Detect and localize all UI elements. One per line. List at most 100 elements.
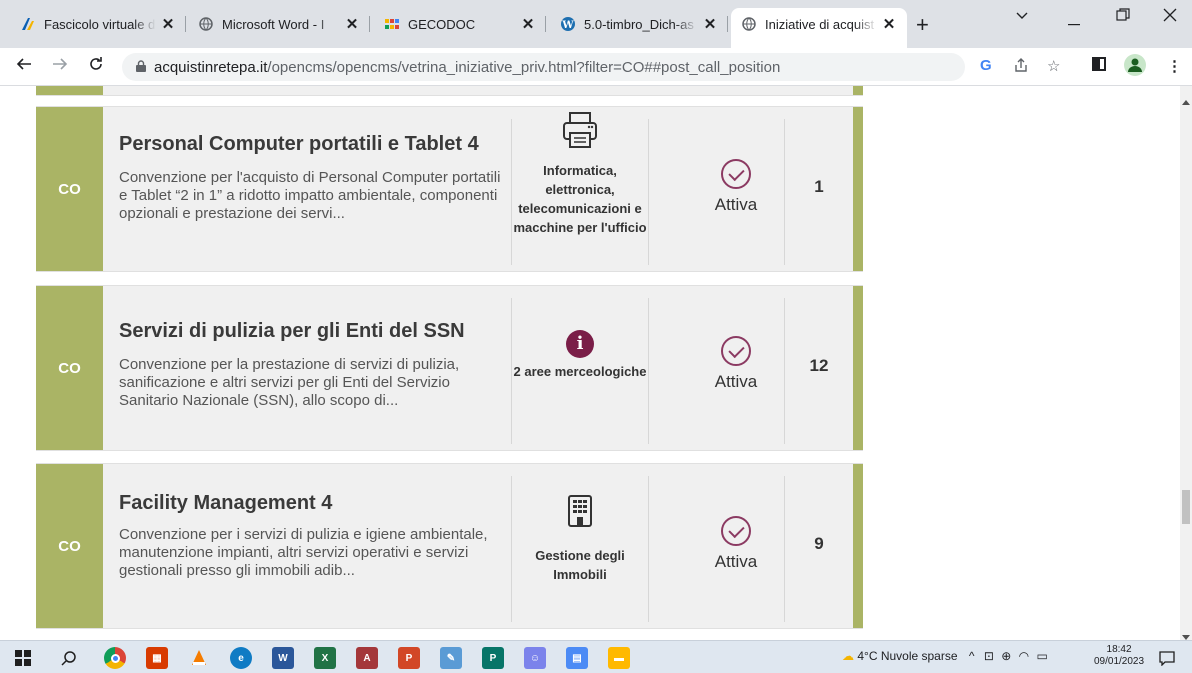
card-code: CO (36, 107, 103, 271)
card-initiative[interactable]: CO Personal Computer portatili e Tablet … (36, 106, 863, 272)
tab-gecodoc[interactable]: GECODOC ✕ (374, 8, 546, 40)
tab-title: 5.0-timbro_Dich-as (584, 16, 694, 32)
url-domain: acquistinretepa.it (154, 58, 268, 76)
card-category-label: Gestione degli Immobili (535, 548, 625, 582)
edge-icon[interactable]: e (230, 647, 252, 669)
notifications-icon[interactable] (1156, 647, 1178, 669)
chevron-down-icon[interactable] (1015, 8, 1029, 27)
bookmark-star-icon[interactable]: ☆ (1047, 57, 1060, 75)
excel-icon[interactable]: X (314, 647, 336, 669)
tab-fascicolo[interactable]: Fascicolo virtuale d ✕ (10, 8, 186, 40)
publisher-icon[interactable]: P (482, 647, 504, 669)
card-right-stripe (853, 86, 863, 95)
sidepanel-icon[interactable] (1092, 57, 1106, 75)
app-icon[interactable]: ☺ (524, 647, 546, 669)
google-icon[interactable]: G (980, 57, 992, 74)
address-bar[interactable]: acquistinretepa.it/opencms/opencms/vetri… (122, 53, 965, 81)
browser-toolbar: acquistinretepa.it/opencms/opencms/vetri… (0, 48, 1192, 86)
vlc-icon[interactable] (188, 647, 210, 669)
card-initiative[interactable]: CO Facility Management 4 Convenzione per… (36, 463, 863, 629)
battery-icon[interactable]: ▭ (1037, 649, 1048, 663)
close-icon[interactable]: ✕ (520, 15, 536, 33)
card-code: CO (36, 286, 103, 450)
search-icon[interactable] (58, 647, 80, 669)
card-description: Convenzione per i servizi di pulizia e i… (119, 526, 488, 579)
avatar[interactable] (1124, 54, 1146, 80)
weather-text[interactable]: 4°C Nuvole sparse (857, 649, 957, 663)
card-status: Attiva (676, 516, 796, 572)
card-title[interactable]: Servizi di pulizia per gli Enti del SSN (119, 320, 465, 343)
page-content: CO Personal Computer portatili e Tablet … (0, 86, 1180, 640)
divider (648, 119, 649, 265)
clock-date: 09/01/2023 (1094, 656, 1145, 667)
card-right-stripe (853, 107, 863, 271)
powerpoint-icon[interactable]: P (398, 647, 420, 669)
tab-iniziative[interactable]: Iniziative di acquist ✕ (731, 8, 907, 48)
card-category[interactable]: i 2 aree merceologiche (512, 330, 648, 381)
card-status: Attiva (676, 159, 796, 215)
wordpress-icon: W (560, 16, 576, 32)
restore-icon[interactable] (1116, 8, 1130, 27)
forward-icon[interactable] (52, 56, 68, 77)
info-icon[interactable]: i (566, 330, 594, 358)
card-status-label: Attiva (714, 372, 758, 391)
card-category-label: 2 aree merceologiche (513, 364, 647, 379)
close-icon[interactable]: ✕ (160, 15, 176, 33)
minimize-icon[interactable] (1068, 14, 1080, 32)
chrome-icon[interactable] (104, 647, 126, 669)
app-icon[interactable]: ✎ (440, 647, 462, 669)
windows-start-icon[interactable] (12, 647, 34, 669)
card-count: 1 (814, 177, 824, 196)
url-path: /opencms/opencms/vetrina_iniziative_priv… (267, 58, 781, 76)
access-icon[interactable]: A (356, 647, 378, 669)
card-status: Attiva (676, 336, 796, 392)
language-icon[interactable]: ⊕ (1001, 649, 1011, 663)
back-icon[interactable] (16, 56, 32, 77)
tab-title: GECODOC (408, 16, 476, 32)
check-circle-icon (721, 159, 751, 189)
card-description: Convenzione per la prestazione di serviz… (119, 356, 460, 409)
share-icon[interactable] (1013, 57, 1029, 77)
card-title[interactable]: Personal Computer portatili e Tablet 4 (119, 133, 479, 156)
close-window-icon[interactable] (1163, 8, 1177, 27)
network-icon[interactable]: ⊡ (984, 649, 994, 663)
card-right-stripe (853, 286, 863, 450)
calculator-icon[interactable]: ▤ (566, 647, 588, 669)
tab-word[interactable]: Microsoft Word - I ✕ (188, 8, 370, 40)
tab-timbro[interactable]: W 5.0-timbro_Dich-as ✕ (550, 8, 728, 40)
clock[interactable]: 18:42 09/01/2023 (1094, 644, 1144, 668)
card-previous-partial (36, 86, 863, 96)
card-description: Convenzione per l'acquisto di Personal C… (119, 169, 501, 222)
reload-icon[interactable] (88, 56, 104, 77)
card-initiative[interactable]: CO Servizi di pulizia per gli Enti del S… (36, 285, 863, 451)
file-explorer-icon[interactable]: ▬ (608, 647, 630, 669)
scroll-up-icon[interactable] (1182, 92, 1190, 110)
card-code: CO (36, 464, 103, 628)
tab-title: Iniziative di acquist (765, 16, 875, 32)
close-icon[interactable]: ✕ (344, 15, 360, 33)
printer-icon (560, 111, 600, 151)
wifi-icon[interactable]: ◠ (1019, 649, 1029, 663)
system-tray: ☁ 4°C Nuvole sparse ^ ⊡ ⊕ ◠ ▭ (842, 649, 1048, 663)
building-icon (565, 494, 595, 528)
windows-taskbar: ▦ e W X A P ✎ P ☺ ▤ ▬ ☁ 4°C Nuvole spars… (0, 640, 1192, 673)
close-icon[interactable]: ✕ (881, 15, 897, 33)
chevron-up-icon[interactable]: ^ (969, 649, 975, 663)
card-title[interactable]: Facility Management 4 (119, 492, 332, 515)
check-circle-icon (721, 516, 751, 546)
card-status-label: Attiva (714, 552, 758, 571)
card-category: Informatica, elettronica, telecomunicazi… (512, 111, 648, 237)
card-category-label: Informatica, elettronica, telecomunicazi… (513, 163, 647, 235)
scrollbar[interactable] (1180, 86, 1192, 640)
card-code-stripe (36, 86, 103, 95)
close-icon[interactable]: ✕ (702, 15, 718, 33)
word-icon[interactable]: W (272, 647, 294, 669)
scrollbar-thumb[interactable] (1182, 490, 1190, 524)
check-circle-icon (721, 336, 751, 366)
new-tab-icon[interactable]: + (916, 12, 929, 38)
globe-icon (741, 16, 757, 32)
weather-icon: ☁ (842, 649, 854, 663)
menu-kebab-icon[interactable]: ⋮ (1167, 57, 1182, 75)
app-icon (20, 16, 36, 32)
app-icon[interactable]: ▦ (146, 647, 168, 669)
